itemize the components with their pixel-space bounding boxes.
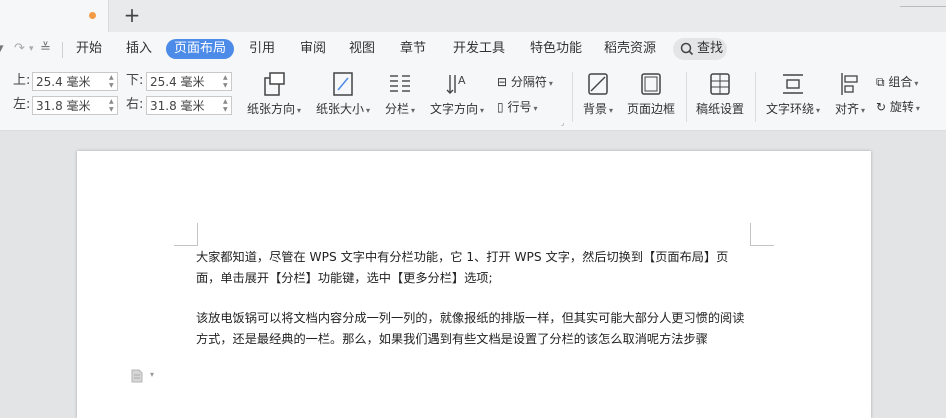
orientation-button[interactable]: 纸张方向 ▾	[244, 71, 304, 117]
margin-right-input[interactable]: 31.8 毫米 ▲ ▼	[146, 96, 232, 115]
rotate-icon: ↻	[876, 100, 887, 114]
spinner-icon[interactable]: ▲ ▼	[223, 98, 229, 114]
text-direction-icon: A	[446, 74, 466, 94]
redo-icon[interactable]: ↷	[14, 40, 25, 58]
search-label: 查找	[697, 41, 724, 56]
page-border-button[interactable]: 页面边框	[624, 71, 678, 117]
paragraph-1: 大家都知道，尽管在 WPS 文字中有分栏功能，它 1、打开 WPS 文字，然后切…	[196, 250, 729, 285]
margin-right-label: 右:	[126, 97, 144, 112]
page-border-icon	[641, 73, 661, 95]
manuscript-label: 稿纸设置	[695, 102, 744, 116]
margin-left-input[interactable]: 31.8 毫米 ▲ ▼	[32, 96, 118, 115]
spinner-icon[interactable]: ▲ ▼	[223, 74, 229, 90]
ribbon-separator	[755, 72, 756, 122]
columns-button[interactable]: 分栏 ▾	[382, 71, 418, 117]
margin-corner-mark	[750, 245, 774, 246]
paragraph-2: 该放电饭锅可以将文档内容分成一列一列的，就像报纸的排版一样，但其实可能大部分人更…	[196, 311, 745, 346]
menu-developer[interactable]: 开发工具	[445, 39, 513, 59]
group-label: 组合	[888, 75, 913, 89]
orientation-icon	[264, 72, 285, 96]
paper-size-icon	[333, 72, 353, 96]
document-note-icon[interactable]	[130, 369, 144, 383]
separator-icon: ⊟	[497, 75, 508, 89]
margin-left-label: 左:	[13, 97, 31, 112]
margin-left-value: 31.8 毫米	[36, 99, 91, 113]
note-dropdown-icon[interactable]: ▾	[150, 370, 154, 379]
align-button[interactable]: 对齐 ▾	[832, 71, 868, 117]
menu-separator	[62, 42, 63, 58]
line-number-icon: ▯	[497, 100, 504, 114]
text-wrap-label: 文字环绕	[765, 102, 814, 116]
document-tab[interactable]	[0, 0, 109, 32]
align-icon	[841, 73, 858, 95]
window-divider	[900, 6, 946, 7]
margin-corner-mark	[197, 223, 198, 246]
svg-text:A: A	[458, 74, 466, 87]
group-icon: ⧉	[876, 75, 885, 89]
menu-chapter[interactable]: 章节	[392, 39, 434, 59]
rotate-button[interactable]: ↻ 旋转 ▾	[876, 99, 920, 117]
unsaved-indicator-icon	[89, 12, 96, 19]
group-button[interactable]: ⧉ 组合 ▾	[876, 74, 918, 92]
tab-bar: +	[0, 0, 946, 32]
menu-view[interactable]: 视图	[341, 39, 383, 59]
menu-home[interactable]: 开始	[68, 39, 110, 59]
text-wrap-icon	[783, 74, 803, 94]
menu-insert[interactable]: 插入	[118, 39, 160, 59]
line-number-label: 行号	[507, 100, 532, 114]
margin-top-label: 上:	[13, 73, 31, 88]
separator-button[interactable]: ⊟ 分隔符 ▾	[497, 74, 553, 92]
page-border-label: 页面边框	[626, 102, 675, 116]
separator-label: 分隔符	[510, 75, 547, 89]
search-icon	[680, 42, 694, 56]
background-label: 背景	[582, 102, 607, 116]
menu-page-layout[interactable]: 页面布局	[166, 39, 235, 59]
spinner-icon[interactable]: ▲ ▼	[109, 74, 115, 90]
document-page[interactable]: 大家都知道，尽管在 WPS 文字中有分栏功能，它 1、打开 WPS 文字，然后切…	[77, 151, 871, 418]
menu-bar: ▾ ↷ ▾ ≚ 开始 插入 页面布局 引用 审阅 视图 章节 开发工具 特色功能…	[0, 32, 946, 66]
text-direction-label: 文字方向	[429, 102, 478, 116]
manuscript-settings-button[interactable]: 稿纸设置	[692, 71, 748, 117]
columns-icon	[390, 75, 410, 92]
margin-right-value: 31.8 毫米	[150, 99, 205, 113]
margin-top-input[interactable]: 25.4 毫米 ▲ ▼	[32, 72, 118, 91]
orientation-label: 纸张方向	[246, 102, 295, 116]
margin-bottom-input[interactable]: 25.4 毫米 ▲ ▼	[146, 72, 232, 91]
undo-caret-icon[interactable]: ▾	[0, 40, 4, 58]
margin-top-value: 25.4 毫米	[36, 75, 91, 89]
spinner-icon[interactable]: ▲ ▼	[109, 98, 115, 114]
columns-label: 分栏	[384, 102, 409, 116]
menu-references[interactable]: 引用	[241, 39, 283, 59]
margin-bottom-value: 25.4 毫米	[150, 75, 205, 89]
ribbon-toolbar: 上: 25.4 毫米 ▲ ▼ 下: 25.4 毫米 ▲ ▼ 左: 31.8 毫米 ▲…	[0, 66, 946, 131]
search-button[interactable]: 查找	[673, 38, 727, 60]
background-icon	[588, 73, 608, 95]
text-wrap-button[interactable]: 文字环绕 ▾	[763, 71, 823, 117]
menu-special-features[interactable]: 特色功能	[522, 39, 590, 59]
margin-bottom-label: 下:	[126, 73, 144, 88]
ribbon-separator	[572, 72, 573, 122]
paper-size-label: 纸张大小	[315, 102, 364, 116]
dialog-launcher-icon[interactable]: ⌟	[561, 119, 564, 127]
new-tab-button[interactable]: +	[121, 4, 143, 26]
line-number-button[interactable]: ▯ 行号 ▾	[497, 99, 537, 117]
manuscript-icon	[710, 73, 730, 95]
margin-corner-mark	[174, 245, 198, 246]
align-label: 对齐	[834, 102, 859, 116]
background-button[interactable]: 背景 ▾	[580, 71, 616, 117]
paper-size-button[interactable]: 纸张大小 ▾	[313, 71, 373, 117]
margin-corner-mark	[750, 223, 751, 246]
ribbon-separator	[686, 72, 687, 122]
text-direction-button[interactable]: A 文字方向 ▾	[427, 71, 487, 117]
redo-caret-icon[interactable]: ▾	[29, 40, 34, 58]
customize-toolbar-icon[interactable]: ≚	[40, 40, 51, 58]
menu-review[interactable]: 审阅	[292, 39, 334, 59]
menu-docer-resources[interactable]: 稻壳资源	[596, 39, 664, 59]
rotate-label: 旋转	[889, 100, 914, 114]
